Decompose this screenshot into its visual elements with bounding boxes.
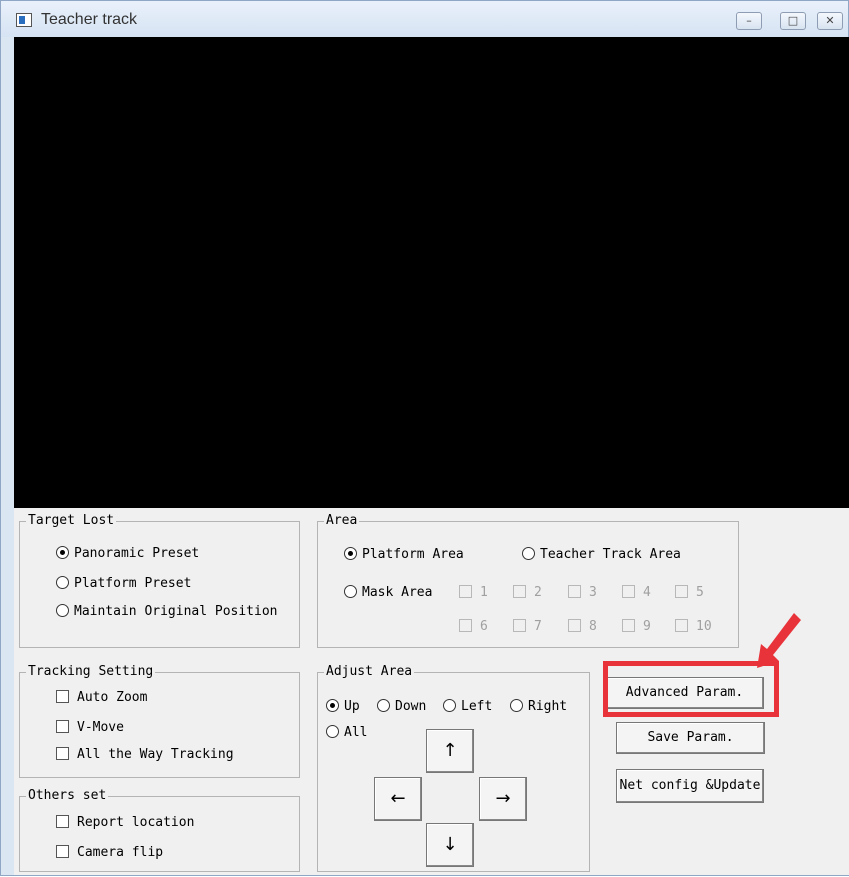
teacher-track-window: Teacher track – □ ✕ Target Lost Panorami… [0,0,849,876]
annotation-arrow-icon [757,613,801,668]
